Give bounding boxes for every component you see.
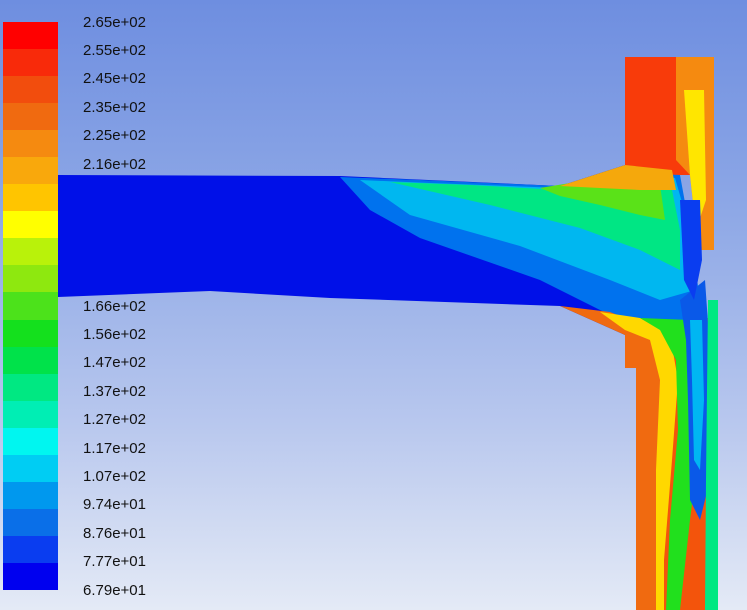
junction-warm-band [560, 165, 676, 190]
temperature-contour-plot [58, 57, 718, 610]
